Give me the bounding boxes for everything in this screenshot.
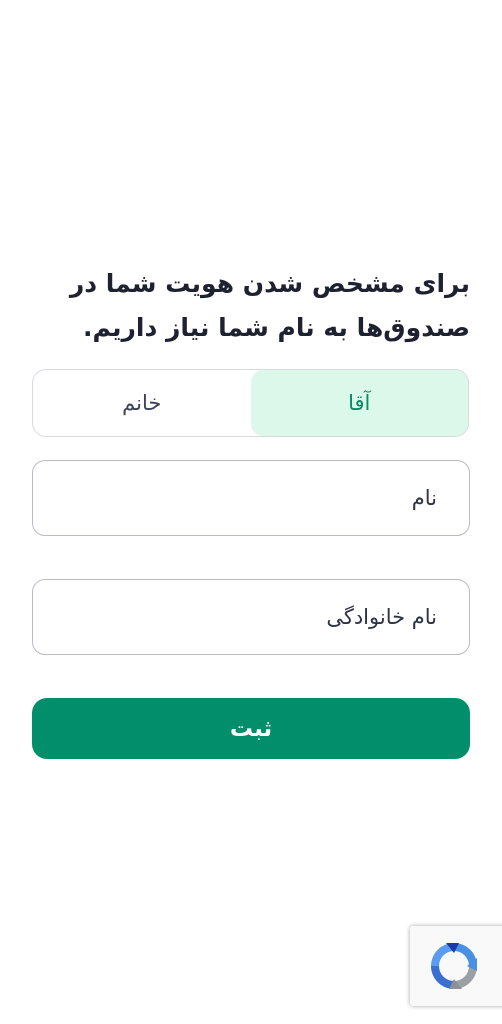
first-name-input[interactable]	[33, 461, 469, 535]
gender-toggle: آقا خانم	[32, 369, 469, 437]
page-title: برای مشخص شدن هویت شما در صندوق‌ها به نا…	[69, 269, 470, 342]
recaptcha-icon	[431, 943, 477, 989]
gender-option-female[interactable]: خانم	[33, 370, 251, 436]
first-name-field	[32, 460, 470, 536]
last-name-field	[32, 579, 470, 655]
submit-button[interactable]: ثبت	[32, 698, 470, 759]
gender-option-male[interactable]: آقا	[250, 370, 468, 436]
last-name-input[interactable]	[33, 580, 469, 654]
screen: برای مشخص شدن هویت شما در صندوق‌ها به نا…	[0, 0, 502, 1024]
recaptcha-badge[interactable]	[410, 926, 502, 1006]
